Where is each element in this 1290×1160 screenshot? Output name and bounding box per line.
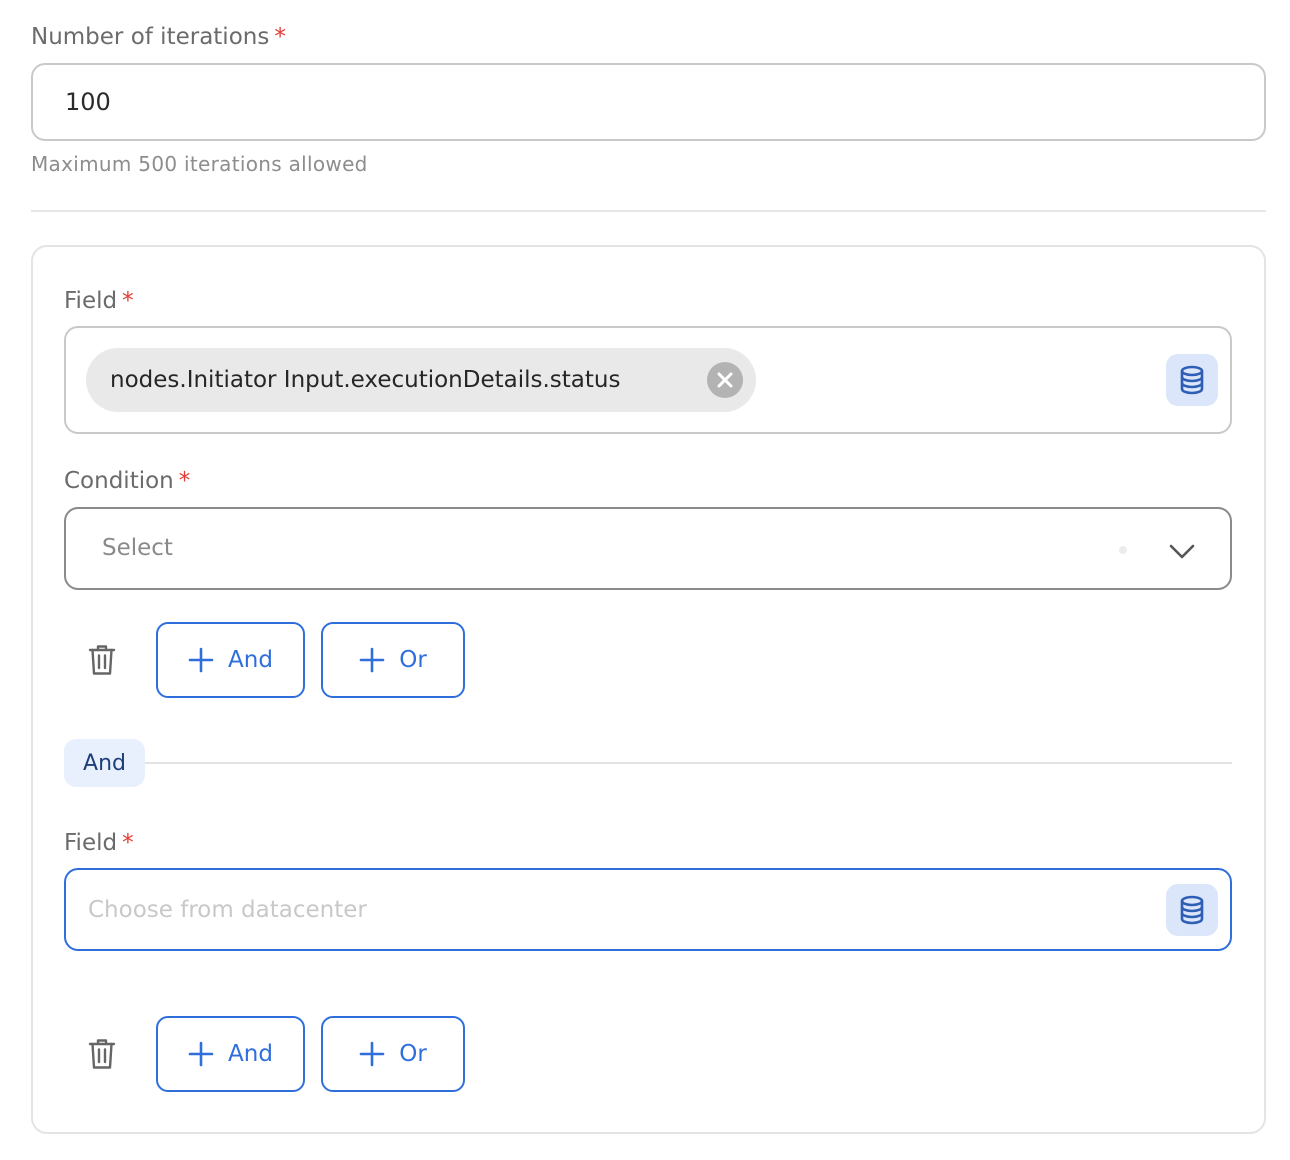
iterations-label: Number of iterations * (31, 26, 286, 49)
condition-select[interactable]: Select (64, 507, 1232, 590)
trash-icon[interactable] (88, 644, 116, 676)
condition-label-text: Condition (64, 468, 174, 494)
datacenter-picker-button[interactable] (1166, 884, 1218, 936)
required-mark: * (178, 468, 191, 494)
connector-line (145, 762, 1232, 764)
section-divider (31, 210, 1266, 212)
add-and-button-label: And (228, 647, 273, 673)
chip-remove-icon[interactable] (707, 362, 743, 398)
database-icon (1180, 895, 1204, 925)
datacenter-picker-button[interactable] (1166, 354, 1218, 406)
plus-icon (359, 647, 385, 673)
required-mark: * (122, 830, 134, 856)
condition-label: Condition * (64, 470, 190, 493)
iterations-help-text: Maximum 500 iterations allowed (31, 152, 368, 176)
loading-dot (1119, 546, 1127, 554)
field-value-chip-text: nodes.Initiator Input.executionDetails.s… (110, 367, 621, 393)
required-mark: * (274, 24, 286, 50)
add-and-button[interactable]: And (156, 1016, 305, 1092)
add-or-button[interactable]: Or (321, 622, 465, 698)
trash-icon[interactable] (88, 1038, 116, 1070)
plus-icon (188, 1041, 214, 1067)
add-and-button-label: And (228, 1041, 273, 1067)
rule-1-field-label-text: Field (64, 288, 118, 314)
add-and-button[interactable]: And (156, 622, 305, 698)
rule-1-field-label: Field * (64, 290, 134, 313)
chevron-down-icon (1169, 544, 1195, 559)
required-mark: * (122, 288, 134, 314)
plus-icon (359, 1041, 385, 1067)
iterations-input[interactable] (31, 63, 1266, 141)
iterations-label-text: Number of iterations (31, 24, 270, 50)
add-or-button-label: Or (399, 1041, 427, 1067)
database-icon (1180, 365, 1204, 395)
condition-select-placeholder: Select (102, 535, 173, 561)
and-connector-badge: And (64, 739, 145, 787)
add-or-button[interactable]: Or (321, 1016, 465, 1092)
rule-2-field-input[interactable] (64, 868, 1232, 951)
plus-icon (188, 647, 214, 673)
rule-2-field-label-text: Field (64, 830, 118, 856)
rule-2-field-label: Field * (64, 832, 134, 855)
add-or-button-label: Or (399, 647, 427, 673)
field-value-chip: nodes.Initiator Input.executionDetails.s… (86, 348, 756, 412)
